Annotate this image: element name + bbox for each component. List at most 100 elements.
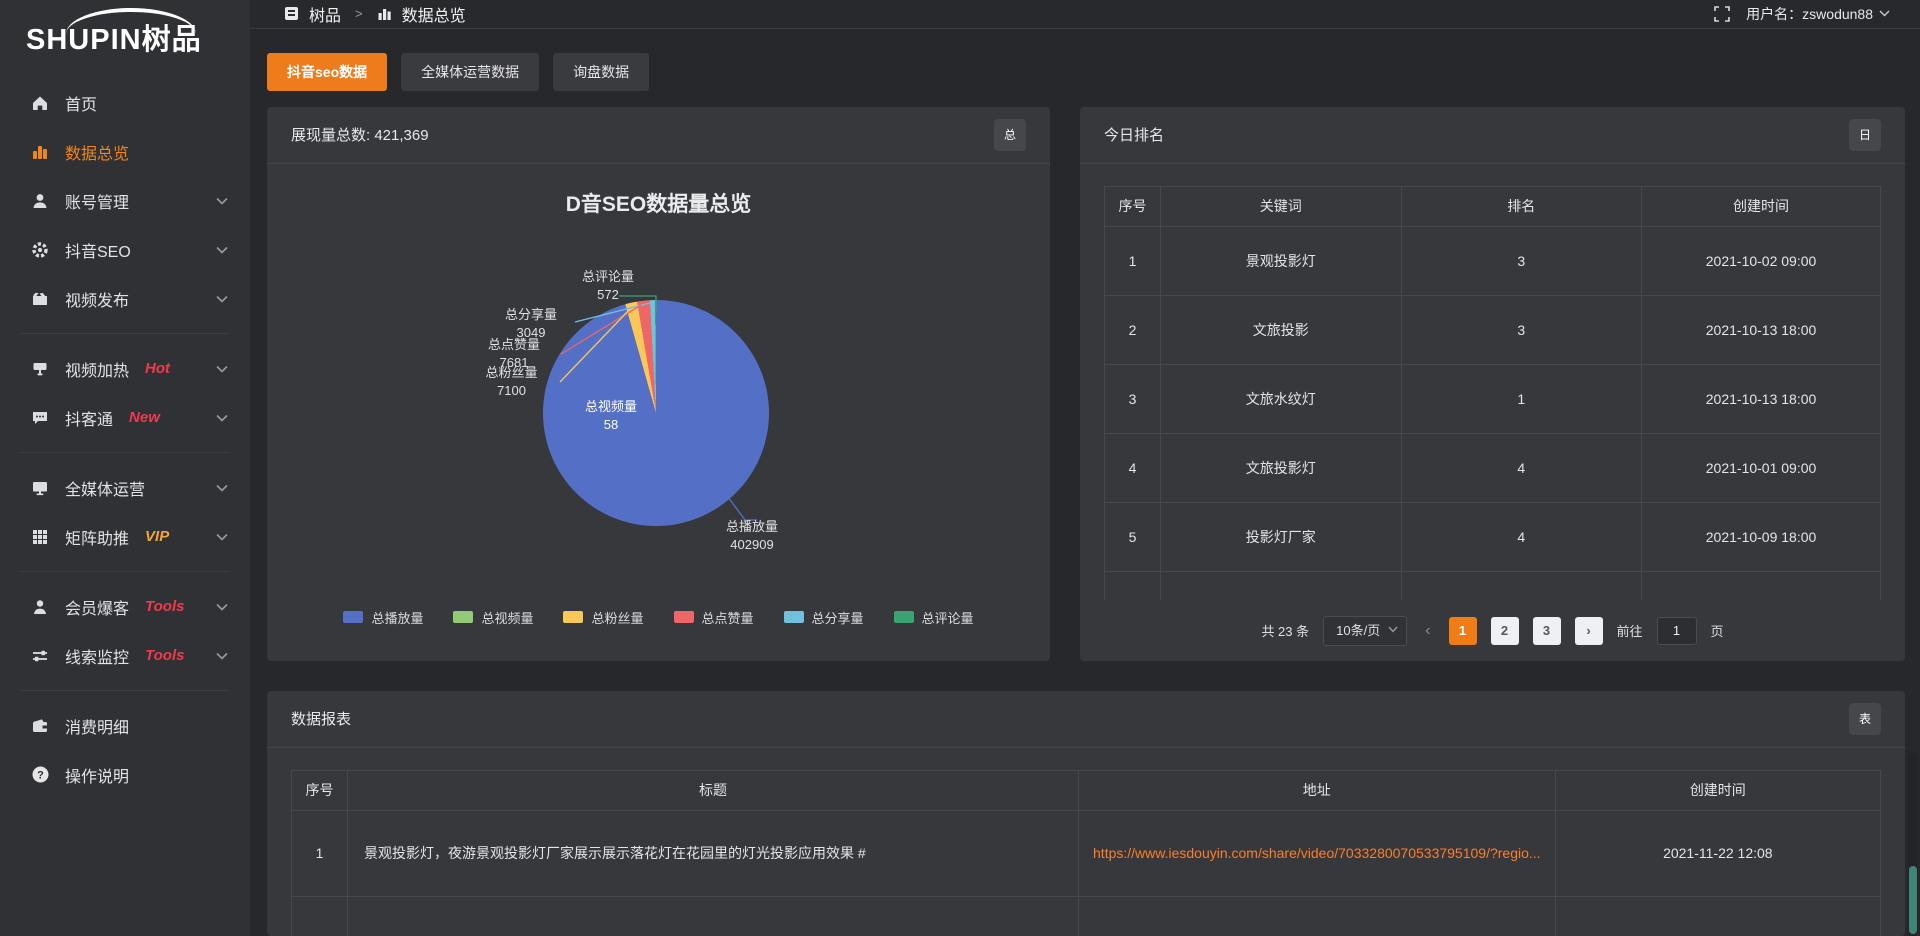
username-dropdown[interactable]: 用户名：zswodun88	[1746, 4, 1890, 24]
legend-item[interactable]: 总点赞量	[674, 608, 754, 627]
pagination: 共 23 条 10条/页 ‹ 1 2 3 ›	[1104, 616, 1881, 646]
sidebar-item-label: 抖客通	[65, 406, 113, 430]
goto-label: 前往	[1617, 621, 1643, 640]
chevron-down-icon	[216, 603, 228, 611]
legend-chip	[453, 611, 473, 623]
sidebar-item-label: 首页	[65, 91, 97, 115]
prev-page-button[interactable]: ‹	[1421, 622, 1434, 640]
tools-badge: Tools	[145, 598, 184, 615]
page-button-1[interactable]: 1	[1449, 617, 1477, 645]
tab-bar: 抖音seo数据 全媒体运营数据 询盘数据	[267, 53, 1905, 91]
sidebar-item-home[interactable]: 首页	[0, 78, 250, 127]
legend-item[interactable]: 总粉丝量	[563, 608, 643, 627]
table-row[interactable]: 2文旅投影 32021-10-13 18:00	[1105, 295, 1881, 364]
fullscreen-icon[interactable]	[1714, 6, 1730, 22]
sidebar-nav: 首页 数据总览 账号管理 抖音	[0, 64, 250, 799]
sidebar-item-data-overview[interactable]: 数据总览	[0, 127, 250, 176]
table-row[interactable]: 5投影灯厂家 42021-10-09 18:00	[1105, 502, 1881, 571]
chevron-down-icon	[1879, 10, 1890, 17]
heat-icon	[30, 359, 50, 379]
sidebar-item-label: 账号管理	[65, 189, 129, 213]
sidebar-item-label: 抖音SEO	[65, 238, 131, 262]
sidebar-item-label: 全媒体运营	[65, 476, 145, 500]
monitor-icon	[30, 478, 50, 498]
video-link[interactable]: https://www.iesdouyin.com/share/video/70…	[1093, 845, 1541, 861]
sidebar-item-matrix-boost[interactable]: 矩阵助推 VIP	[0, 512, 250, 561]
page-size-select[interactable]: 10条/页	[1323, 616, 1407, 646]
sidebar-item-label: 数据总览	[65, 140, 129, 164]
report-panel-title: 数据报表	[291, 708, 351, 729]
goto-page-input[interactable]	[1657, 617, 1697, 645]
chat-icon	[30, 408, 50, 428]
tab-inquiry-data[interactable]: 询盘数据	[553, 53, 649, 91]
legend-item[interactable]: 总视频量	[453, 608, 533, 627]
sidebar-item-label: 消费明细	[65, 714, 129, 738]
legend-item[interactable]: 总分享量	[784, 608, 864, 627]
table-header-row: 序号 标题 地址 创建时间	[292, 770, 1881, 810]
vip-badge: VIP	[145, 528, 169, 545]
nav-divider	[20, 571, 230, 572]
sidebar-item-label: 操作说明	[65, 763, 129, 787]
pie-label-fans: 总粉丝量7100	[465, 364, 558, 402]
sidebar-item-consumption-detail[interactable]: 消费明细	[0, 701, 250, 750]
table-row[interactable]: 1景观投影灯 32021-10-02 09:00	[1105, 226, 1881, 295]
legend-item[interactable]: 总评论量	[894, 608, 974, 627]
chevron-down-icon	[216, 484, 228, 492]
legend-item[interactable]: 总播放量	[343, 608, 423, 627]
tab-media-operation-data[interactable]: 全媒体运营数据	[401, 53, 539, 91]
chevron-down-icon	[216, 365, 228, 373]
sidebar-item-label: 视频发布	[65, 287, 129, 311]
next-page-button[interactable]: ›	[1575, 617, 1603, 645]
sidebar-item-account[interactable]: 账号管理	[0, 176, 250, 225]
pie-chart: D音SEO数据量总览 总评论量572	[267, 164, 1050, 661]
pie-label-videos: 总视频量58	[563, 398, 659, 436]
page-button-3[interactable]: 3	[1533, 617, 1561, 645]
app-root: SHUPIN树品 首页 数据总览 账号管理	[0, 0, 1920, 936]
table-row[interactable]: 3文旅水纹灯 12021-10-13 18:00	[1105, 364, 1881, 433]
sliders-icon	[30, 646, 50, 666]
content-area: 抖音seo数据 全媒体运营数据 询盘数据 展现量总数: 421,369 总 D音…	[250, 29, 1920, 936]
legend-chip	[343, 611, 363, 623]
table-row-clipped	[1105, 571, 1881, 600]
sidebar-item-lead-monitor[interactable]: 线索监控 Tools	[0, 631, 250, 680]
sidebar-item-media-operation[interactable]: 全媒体运营	[0, 463, 250, 512]
grid-icon	[30, 527, 50, 547]
chevron-down-icon	[216, 414, 228, 422]
breadcrumb-root[interactable]: 树品	[309, 2, 341, 26]
nav-divider	[20, 690, 230, 691]
gear-icon	[30, 240, 50, 260]
table-row[interactable]: 4文旅投影灯 42021-10-01 09:00	[1105, 433, 1881, 502]
sidebar-item-douyin-seo[interactable]: 抖音SEO	[0, 225, 250, 274]
table-toggle-button[interactable]: 表	[1849, 703, 1881, 735]
page-scrollbar[interactable]	[1908, 752, 1918, 936]
chart-legend: 总播放量 总视频量 总粉丝量 总点赞量 总分享量 总评论量	[267, 608, 1050, 627]
sidebar-item-video-publish[interactable]: 视频发布	[0, 274, 250, 323]
table-row[interactable]: 1 景观投影灯，夜游景观投影灯厂家展示展示落花灯在花园里的灯光投影应用效果 # …	[292, 810, 1881, 896]
sidebar-item-label: 视频加热	[65, 357, 129, 381]
ranking-table: 序号 关键词 排名 创建时间 1景观投影灯 32021-	[1104, 186, 1881, 600]
user-icon	[30, 191, 50, 211]
sidebar-item-help[interactable]: ? 操作说明	[0, 750, 250, 799]
sidebar-item-doukertong[interactable]: 抖客通 New	[0, 393, 250, 442]
sidebar-item-video-heat[interactable]: 视频加热 Hot	[0, 344, 250, 393]
help-icon: ?	[30, 765, 50, 785]
sidebar-item-member-blast[interactable]: 会员爆客 Tools	[0, 582, 250, 631]
sidebar-item-label: 矩阵助推	[65, 525, 129, 549]
page-button-2[interactable]: 2	[1491, 617, 1519, 645]
new-badge: New	[129, 409, 160, 426]
legend-chip	[784, 611, 804, 623]
breadcrumb-separator: >	[355, 6, 363, 21]
report-panel: 数据报表 表 序号 标题 地址 创建时间	[267, 691, 1905, 936]
chevron-down-icon	[216, 197, 228, 205]
sidebar: SHUPIN树品 首页 数据总览 账号管理	[0, 0, 250, 936]
tab-douyin-seo-data[interactable]: 抖音seo数据	[267, 53, 387, 91]
total-toggle-button[interactable]: 总	[994, 119, 1026, 151]
hot-badge: Hot	[145, 360, 170, 377]
svg-text:?: ?	[37, 770, 44, 782]
day-toggle-button[interactable]: 日	[1849, 119, 1881, 151]
chevron-down-icon	[216, 246, 228, 254]
chart-title: D音SEO数据量总览	[267, 188, 1050, 218]
video-icon	[30, 289, 50, 309]
scrollbar-thumb[interactable]	[1909, 866, 1917, 934]
logo: SHUPIN树品	[0, 0, 250, 64]
